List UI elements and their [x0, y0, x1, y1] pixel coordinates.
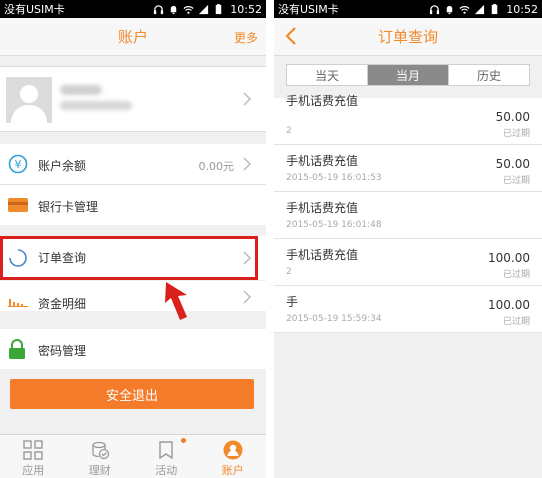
- wifi-icon: [183, 5, 194, 14]
- left-phone-screen: 没有USIM卡 10:52 账户 更多 ¥ 账户余额 0.00元 银行卡管理 订…: [0, 0, 266, 478]
- page-title: 账户: [117, 28, 148, 46]
- tab-account[interactable]: 账户: [200, 435, 267, 478]
- carrier-label: 没有USIM卡: [278, 3, 339, 16]
- chevron-right-icon: [243, 290, 252, 304]
- bookmark-icon: [159, 441, 173, 460]
- bell-icon: [447, 5, 453, 14]
- order-list: 手机话费充值 2 50.00 已过期 手机话费充值 2015-05-19 16:…: [274, 94, 542, 333]
- tab-apps[interactable]: 应用: [0, 435, 67, 478]
- order-amount: 50.00: [495, 157, 530, 171]
- order-time: 2: [286, 267, 292, 277]
- password-row[interactable]: 密码管理: [0, 329, 266, 369]
- back-arrow-icon[interactable]: [282, 25, 302, 47]
- order-amount: 100.00: [488, 251, 530, 265]
- bottom-tab-bar: 应用 理财 活动 账户: [0, 434, 266, 478]
- logout-button[interactable]: 安全退出: [10, 379, 254, 409]
- order-status: 已过期: [502, 176, 530, 186]
- bank-card-row[interactable]: 银行卡管理: [0, 185, 266, 225]
- balance-value: 0.00元: [198, 160, 235, 173]
- order-amount: 100.00: [488, 298, 530, 312]
- tab-finance[interactable]: 理财: [67, 435, 134, 478]
- signal-icon: [199, 4, 209, 14]
- fund-detail-label: 资金明细: [38, 297, 87, 311]
- order-status: 已过期: [502, 270, 530, 280]
- notification-dot: [181, 438, 186, 443]
- yen-coin-icon: ¥: [8, 154, 28, 174]
- tab-activity[interactable]: 活动: [133, 435, 200, 478]
- order-query-header: 订单查询: [274, 18, 542, 56]
- account-header: 账户 更多: [0, 18, 266, 56]
- signal-icon: [475, 4, 485, 14]
- tab-label: 应用: [22, 464, 45, 477]
- page-title: 订单查询: [377, 28, 438, 46]
- status-time: 10:52: [230, 2, 262, 16]
- order-status: 已过期: [502, 129, 530, 139]
- period-segmented-control: 当天 当月 历史: [286, 64, 530, 86]
- battery-icon: [216, 3, 222, 14]
- lock-icon: [9, 339, 25, 359]
- bank-card-icon: [8, 198, 28, 212]
- blurred-account-id: [60, 101, 132, 110]
- bell-icon: [171, 5, 177, 14]
- order-name: 手机话费充值: [286, 248, 359, 262]
- blurred-username: [60, 85, 102, 95]
- balance-label: 账户余额: [38, 159, 87, 173]
- status-bar: 没有USIM卡 10:52: [274, 0, 542, 18]
- status-time: 10:52: [506, 2, 538, 16]
- order-row[interactable]: 手机话费充值 2015-05-19 16:01:48: [274, 192, 542, 239]
- headphones-icon: [154, 4, 164, 14]
- chevron-right-icon: [243, 157, 252, 171]
- grid-icon: [23, 440, 43, 460]
- order-status: 已过期: [502, 317, 530, 327]
- order-time: 2015-05-19 15:59:34: [286, 314, 382, 324]
- tab-label: 活动: [155, 464, 178, 477]
- tab-this-month[interactable]: 当月: [368, 65, 449, 85]
- order-time: 2: [286, 126, 292, 136]
- order-time: 2015-05-19 16:01:48: [286, 220, 382, 230]
- status-bar: 没有USIM卡 10:52: [0, 0, 266, 18]
- person-icon: [223, 440, 243, 460]
- chevron-right-icon: [243, 92, 252, 106]
- order-row[interactable]: 手机话费充值 2 50.00 已过期: [274, 94, 542, 145]
- tab-today[interactable]: 当天: [287, 65, 368, 85]
- coin-stack-icon: [92, 441, 109, 460]
- balance-row[interactable]: ¥ 账户余额 0.00元: [0, 144, 266, 184]
- right-phone-screen: 没有USIM卡 10:52 订单查询 当天 当月 历史 手机话费充值 2 50.…: [274, 0, 542, 478]
- tab-label: 账户: [221, 464, 244, 477]
- svg-text:¥: ¥: [15, 158, 22, 171]
- highlight-box: [0, 236, 258, 280]
- default-avatar-icon: [11, 85, 47, 123]
- carrier-label: 没有USIM卡: [4, 3, 65, 16]
- bank-card-label: 银行卡管理: [38, 200, 99, 214]
- order-name: 手: [286, 295, 299, 309]
- order-amount: 50.00: [495, 110, 530, 124]
- avatar: [6, 77, 52, 123]
- wifi-icon: [459, 5, 470, 14]
- password-label: 密码管理: [38, 344, 87, 358]
- more-button[interactable]: 更多: [234, 29, 258, 46]
- red-arrow-icon: [165, 282, 187, 320]
- tab-history[interactable]: 历史: [449, 65, 529, 85]
- tab-label: 理财: [88, 464, 111, 477]
- order-time: 2015-05-19 16:01:53: [286, 173, 382, 183]
- fund-detail-row[interactable]: 资金明细: [0, 281, 266, 311]
- battery-icon: [492, 3, 498, 14]
- headphones-icon: [430, 4, 440, 14]
- order-name: 手机话费充值: [286, 94, 359, 108]
- order-row[interactable]: 手机话费充值 2015-05-19 16:01:53 50.00 已过期: [274, 145, 542, 192]
- order-name: 手机话费充值: [286, 154, 359, 168]
- order-row[interactable]: 手 2015-05-19 15:59:34 100.00 已过期: [274, 286, 542, 333]
- order-name: 手机话费充值: [286, 201, 359, 215]
- order-row[interactable]: 手机话费充值 2 100.00 已过期: [274, 239, 542, 286]
- bar-chart-icon: [8, 299, 28, 307]
- profile-card[interactable]: [0, 66, 266, 132]
